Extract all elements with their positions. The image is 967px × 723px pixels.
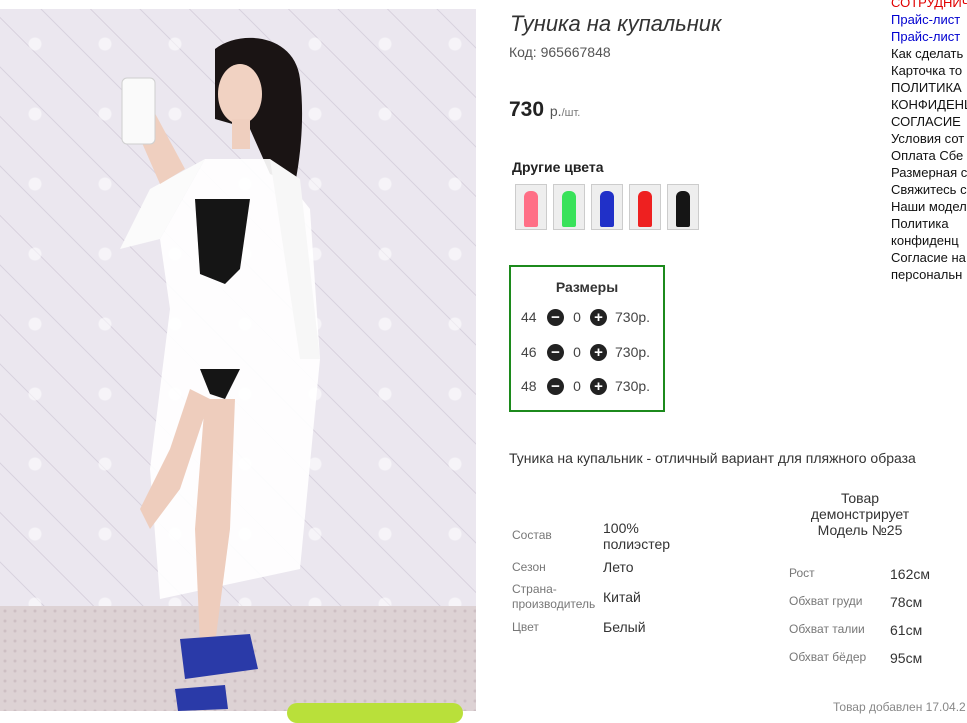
size-row: 46 − 0 + 730р. (521, 342, 650, 362)
color-swatch-red[interactable] (629, 184, 661, 230)
measurement-key: Рост (789, 566, 815, 580)
dress-thumbnail (524, 191, 538, 227)
size-price: 730р. (615, 344, 651, 360)
price-value: 730 (509, 98, 545, 121)
measurement-key: Обхват талии (789, 622, 865, 636)
sidebar-links: СОТРУДНИЧ Прайс-лист Прайс-лист Как сдел… (891, 0, 967, 283)
sidebar-link[interactable]: Наши модел (891, 198, 967, 215)
property-value: Белый (603, 619, 646, 635)
sidebar-link[interactable]: Прайс-лист (891, 28, 967, 45)
product-price: 730 р./шт. (509, 98, 580, 122)
plus-circle-icon[interactable]: + (590, 377, 607, 395)
measurement-key: Обхват груди (789, 594, 863, 608)
sidebar-link[interactable]: ПОЛИТИКА (891, 79, 967, 96)
size-label: 48 (521, 378, 537, 394)
color-swatches (515, 184, 699, 230)
measurement-key: Обхват бёдер (789, 650, 867, 664)
minus-circle-icon[interactable]: − (547, 377, 564, 395)
measurement-value: 162см (890, 566, 930, 582)
added-date: Товар добавлен 17.04.2 (833, 700, 966, 714)
plus-circle-icon[interactable]: + (590, 308, 607, 326)
size-label: 44 (521, 309, 537, 325)
product-title: Туника на купальник (510, 11, 722, 36)
sidebar-link[interactable]: Прайс-лист (891, 11, 967, 28)
property-key: Страна-производитель (512, 582, 596, 611)
size-price: 730р. (615, 309, 651, 325)
buy-button[interactable] (287, 703, 463, 723)
sidebar-link[interactable]: СОГЛАСИЕ (891, 113, 967, 130)
color-swatch-blue[interactable] (591, 184, 623, 230)
sidebar-link[interactable]: КОНФИДЕНЦ (891, 96, 967, 113)
property-key: Состав (512, 528, 552, 542)
sidebar-link[interactable]: Размерная с (891, 164, 967, 181)
product-description: Туника на купальник - отличный вариант д… (509, 450, 916, 466)
property-value: 100% полиэстер (603, 520, 671, 552)
size-label: 46 (521, 344, 537, 360)
model-caption: Товар демонстрирует Модель №25 (810, 490, 910, 538)
property-key: Цвет (512, 620, 539, 634)
measurement-value: 95см (890, 650, 923, 666)
size-price: 730р. (615, 378, 651, 394)
model-figure (120, 37, 320, 711)
dress-thumbnail (676, 191, 690, 227)
size-qty: 0 (573, 378, 581, 394)
sidebar-link[interactable]: персональн (891, 266, 967, 283)
color-swatch-black[interactable] (667, 184, 699, 230)
sidebar-link[interactable]: Политика (891, 215, 967, 232)
price-per: /шт. (561, 107, 581, 119)
dress-thumbnail (562, 191, 576, 227)
dress-thumbnail (638, 191, 652, 227)
sizes-header: Размеры (555, 279, 619, 295)
sidebar-link[interactable]: Как сделать (891, 45, 967, 62)
color-swatch-green[interactable] (553, 184, 585, 230)
minus-circle-icon[interactable]: − (547, 343, 564, 361)
size-row: 44 − 0 + 730р. (521, 307, 650, 327)
other-colors-label: Другие цвета (512, 159, 604, 175)
property-value: Лето (603, 559, 634, 575)
minus-circle-icon[interactable]: − (547, 308, 564, 326)
measurement-value: 61см (890, 622, 923, 638)
color-swatch-pink[interactable] (515, 184, 547, 230)
size-qty: 0 (573, 344, 581, 360)
sidebar-link[interactable]: Оплата Сбе (891, 147, 967, 164)
sidebar-link[interactable]: конфиденц (891, 232, 967, 249)
property-value: Китай (603, 589, 641, 605)
plus-circle-icon[interactable]: + (590, 343, 607, 361)
property-key: Сезон (512, 560, 546, 574)
sizes-panel: Размеры 44 − 0 + 730р. 46 − 0 + 730р. 48… (509, 265, 665, 412)
sidebar-link[interactable]: Свяжитесь с (891, 181, 967, 198)
sidebar-link[interactable]: Карточка то (891, 62, 967, 79)
dress-thumbnail (600, 191, 614, 227)
price-unit: р. (549, 103, 562, 119)
product-code: Код: 965667848 (509, 44, 611, 60)
sidebar-link[interactable]: Условия сот (891, 130, 967, 147)
sidebar-link[interactable]: Согласие на (891, 249, 967, 266)
sidebar-link[interactable]: СОТРУДНИЧ (891, 0, 967, 11)
measurement-value: 78см (890, 594, 923, 610)
size-row: 48 − 0 + 730р. (521, 376, 650, 396)
size-qty: 0 (573, 309, 581, 325)
product-photo[interactable] (0, 9, 476, 711)
